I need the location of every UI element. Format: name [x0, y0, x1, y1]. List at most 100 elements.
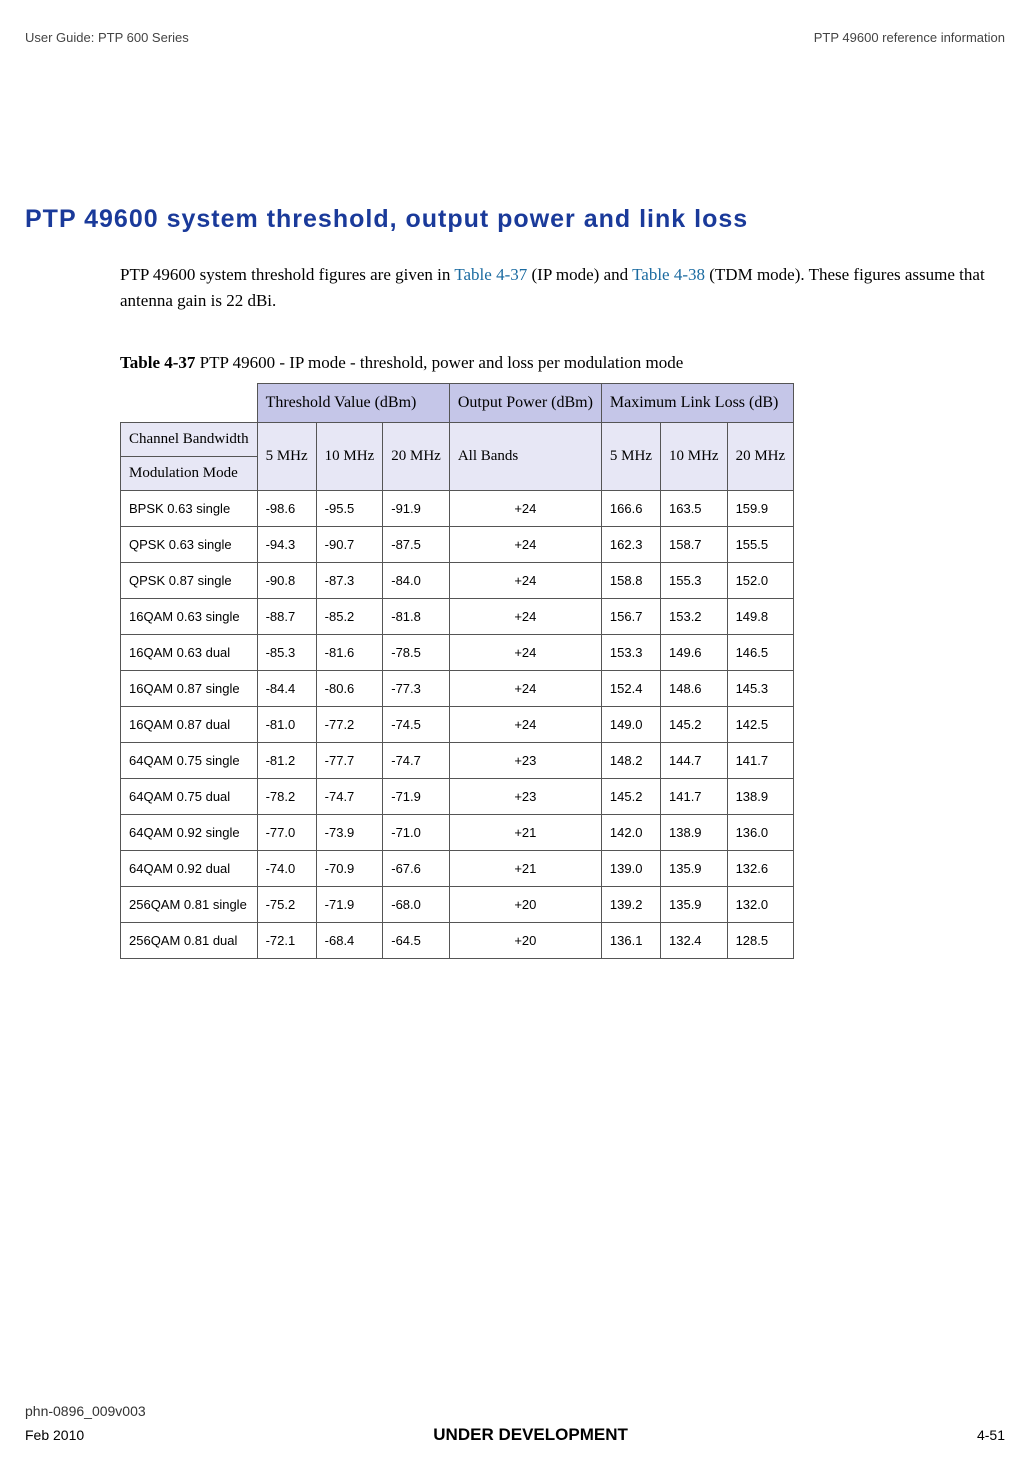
cell-t5: -90.8 — [257, 563, 316, 599]
cell-t20: -71.9 — [383, 779, 450, 815]
cell-t10: -77.2 — [316, 707, 383, 743]
cell-l10: 153.2 — [661, 599, 728, 635]
cell-l10: 138.9 — [661, 815, 728, 851]
cell-op: +23 — [449, 743, 601, 779]
cell-l10: 141.7 — [661, 779, 728, 815]
cell-m: 256QAM 0.81 single — [121, 887, 258, 923]
cell-l20: 132.0 — [727, 887, 794, 923]
footer-date: Feb 2010 — [25, 1427, 84, 1443]
col-10mhz-a: 10 MHz — [316, 423, 383, 491]
cell-t5: -88.7 — [257, 599, 316, 635]
cell-t5: -81.0 — [257, 707, 316, 743]
cell-op: +24 — [449, 599, 601, 635]
cell-t5: -84.4 — [257, 671, 316, 707]
cell-t20: -91.9 — [383, 491, 450, 527]
cell-l5: 156.7 — [601, 599, 660, 635]
cell-t5: -72.1 — [257, 923, 316, 959]
cell-t20: -67.6 — [383, 851, 450, 887]
cell-l5: 149.0 — [601, 707, 660, 743]
link-table-4-37[interactable]: Table 4-37 — [454, 265, 527, 284]
cell-l10: 155.3 — [661, 563, 728, 599]
cell-l10: 144.7 — [661, 743, 728, 779]
cell-t20: -64.5 — [383, 923, 450, 959]
table-row: 64QAM 0.75 single-81.2-77.7-74.7+23148.2… — [121, 743, 794, 779]
header-left: User Guide: PTP 600 Series — [25, 30, 189, 45]
table-row: 256QAM 0.81 dual-72.1-68.4-64.5+20136.11… — [121, 923, 794, 959]
cell-l5: 152.4 — [601, 671, 660, 707]
cell-l5: 145.2 — [601, 779, 660, 815]
cell-m: 16QAM 0.87 dual — [121, 707, 258, 743]
col-5mhz-b: 5 MHz — [601, 423, 660, 491]
cell-t10: -81.6 — [316, 635, 383, 671]
cell-t10: -68.4 — [316, 923, 383, 959]
cell-t5: -77.0 — [257, 815, 316, 851]
cell-t20: -74.5 — [383, 707, 450, 743]
cell-l20: 152.0 — [727, 563, 794, 599]
cell-t5: -75.2 — [257, 887, 316, 923]
cell-t10: -80.6 — [316, 671, 383, 707]
cell-l5: 166.6 — [601, 491, 660, 527]
table-row: 64QAM 0.92 single-77.0-73.9-71.0+21142.0… — [121, 815, 794, 851]
table-row: QPSK 0.87 single-90.8-87.3-84.0+24158.81… — [121, 563, 794, 599]
cell-m: 16QAM 0.87 single — [121, 671, 258, 707]
cell-l20: 138.9 — [727, 779, 794, 815]
cell-m: 64QAM 0.75 single — [121, 743, 258, 779]
cell-m: 16QAM 0.63 single — [121, 599, 258, 635]
cell-l20: 149.8 — [727, 599, 794, 635]
cell-t10: -77.7 — [316, 743, 383, 779]
cell-m: 64QAM 0.75 dual — [121, 779, 258, 815]
cell-t20: -77.3 — [383, 671, 450, 707]
cell-t5: -74.0 — [257, 851, 316, 887]
cell-op: +24 — [449, 491, 601, 527]
cell-l20: 146.5 — [727, 635, 794, 671]
body-text-a: PTP 49600 system threshold figures are g… — [120, 265, 454, 284]
section-title: PTP 49600 system threshold, output power… — [25, 205, 1005, 234]
cell-t5: -85.3 — [257, 635, 316, 671]
cell-m: QPSK 0.87 single — [121, 563, 258, 599]
blank-cell — [121, 384, 258, 423]
cell-op: +24 — [449, 635, 601, 671]
cell-t20: -74.7 — [383, 743, 450, 779]
col-5mhz-a: 5 MHz — [257, 423, 316, 491]
cell-l10: 132.4 — [661, 923, 728, 959]
cell-l10: 158.7 — [661, 527, 728, 563]
cell-op: +23 — [449, 779, 601, 815]
cell-l20: 136.0 — [727, 815, 794, 851]
cell-l5: 158.8 — [601, 563, 660, 599]
cell-op: +21 — [449, 851, 601, 887]
cell-op: +21 — [449, 815, 601, 851]
cell-t10: -74.7 — [316, 779, 383, 815]
cell-l5: 139.0 — [601, 851, 660, 887]
label-channel-bandwidth: Channel Bandwidth — [121, 423, 257, 457]
cell-l5: 148.2 — [601, 743, 660, 779]
cell-op: +24 — [449, 671, 601, 707]
cell-t5: -81.2 — [257, 743, 316, 779]
cell-t10: -90.7 — [316, 527, 383, 563]
cell-op: +20 — [449, 923, 601, 959]
cell-t10: -87.3 — [316, 563, 383, 599]
cell-t20: -71.0 — [383, 815, 450, 851]
cell-l20: 142.5 — [727, 707, 794, 743]
cell-op: +24 — [449, 707, 601, 743]
cell-l10: 163.5 — [661, 491, 728, 527]
cell-t10: -85.2 — [316, 599, 383, 635]
cell-l20: 159.9 — [727, 491, 794, 527]
col-20mhz-b: 20 MHz — [727, 423, 794, 491]
cell-l10: 135.9 — [661, 887, 728, 923]
cell-m: QPSK 0.63 single — [121, 527, 258, 563]
intro-paragraph: PTP 49600 system threshold figures are g… — [120, 262, 1005, 313]
cell-l10: 148.6 — [661, 671, 728, 707]
table-row: BPSK 0.63 single-98.6-95.5-91.9+24166.61… — [121, 491, 794, 527]
cell-m: 64QAM 0.92 dual — [121, 851, 258, 887]
link-table-4-38[interactable]: Table 4-38 — [632, 265, 705, 284]
table-row: 256QAM 0.81 single-75.2-71.9-68.0+20139.… — [121, 887, 794, 923]
cell-op: +24 — [449, 527, 601, 563]
cell-l20: 132.6 — [727, 851, 794, 887]
label-modulation-mode: Modulation Mode — [121, 457, 257, 490]
col-20mhz-a: 20 MHz — [383, 423, 450, 491]
footer-page: 4-51 — [977, 1427, 1005, 1443]
threshold-table: Threshold Value (dBm) Output Power (dBm)… — [120, 383, 794, 959]
table-row: 64QAM 0.92 dual-74.0-70.9-67.6+21139.013… — [121, 851, 794, 887]
cell-l5: 139.2 — [601, 887, 660, 923]
page-footer: phn-0896_009v003 Feb 2010 UNDER DEVELOPM… — [25, 1403, 1005, 1445]
